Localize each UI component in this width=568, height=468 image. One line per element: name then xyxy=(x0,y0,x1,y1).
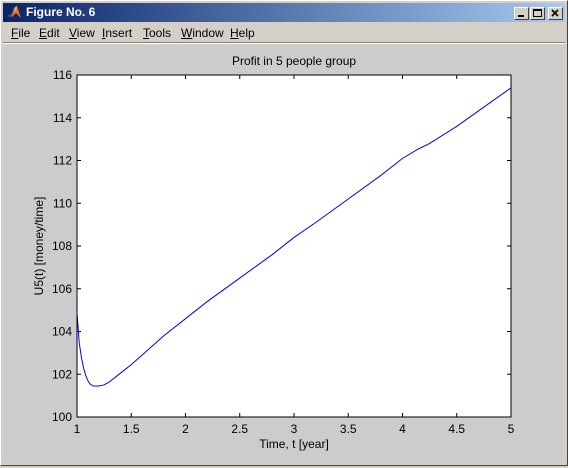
y-tick-label: 106 xyxy=(52,282,72,296)
window-title: Figure No. 6 xyxy=(26,5,96,19)
y-tick-label: 108 xyxy=(52,239,72,253)
menu-separator xyxy=(3,42,565,44)
x-tick-label: 2 xyxy=(182,422,189,436)
maximize-icon xyxy=(533,9,542,17)
y-tick-label: 116 xyxy=(53,68,72,82)
plot-area xyxy=(76,74,512,418)
line-chart: Profit in 5 people group Time, t [year] … xyxy=(32,54,515,451)
x-tick-label: 1 xyxy=(74,422,81,436)
chart-title: Profit in 5 people group xyxy=(232,54,356,68)
maximize-button[interactable] xyxy=(530,7,545,20)
x-axis-label: Time, t [year] xyxy=(259,437,329,451)
x-tick-label: 1.5 xyxy=(123,422,140,436)
menu-edit[interactable]: Edit xyxy=(39,26,60,40)
matlab-logo-icon xyxy=(7,6,21,18)
figure-canvas: Profit in 5 people group Time, t [year] … xyxy=(3,45,565,463)
close-button[interactable] xyxy=(548,7,563,20)
y-tick-label: 100 xyxy=(52,410,72,424)
minimize-button[interactable] xyxy=(514,7,529,20)
menu-insert[interactable]: Insert xyxy=(102,26,132,40)
close-icon xyxy=(551,9,559,17)
x-tick-label: 3 xyxy=(291,422,298,436)
menu-tools[interactable]: Tools xyxy=(143,26,171,40)
menu-file[interactable]: File xyxy=(11,26,30,40)
menu-help[interactable]: Help xyxy=(230,26,255,40)
x-tick-label: 4 xyxy=(399,422,406,436)
y-tick-label: 112 xyxy=(53,154,72,168)
menu-bar: File Edit View Insert Tools Window Help xyxy=(3,23,565,42)
y-tick-label: 104 xyxy=(52,325,72,339)
title-bar[interactable]: Figure No. 6 xyxy=(3,3,565,22)
menu-window[interactable]: Window xyxy=(181,26,224,40)
x-tick-label: 3.5 xyxy=(340,422,357,436)
y-tick-label: 114 xyxy=(53,111,72,125)
minimize-icon xyxy=(518,15,524,17)
figure-window: Figure No. 6 File Edit View Insert Tools… xyxy=(0,0,568,466)
y-axis-label: U5(t) [money/time] xyxy=(32,197,46,296)
y-tick-label: 110 xyxy=(53,196,72,210)
menu-view[interactable]: View xyxy=(69,26,95,40)
y-tick-label: 102 xyxy=(52,367,72,381)
x-tick-label: 4.5 xyxy=(448,422,465,436)
x-tick-label: 2.5 xyxy=(231,422,248,436)
x-tick-label: 5 xyxy=(508,422,515,436)
